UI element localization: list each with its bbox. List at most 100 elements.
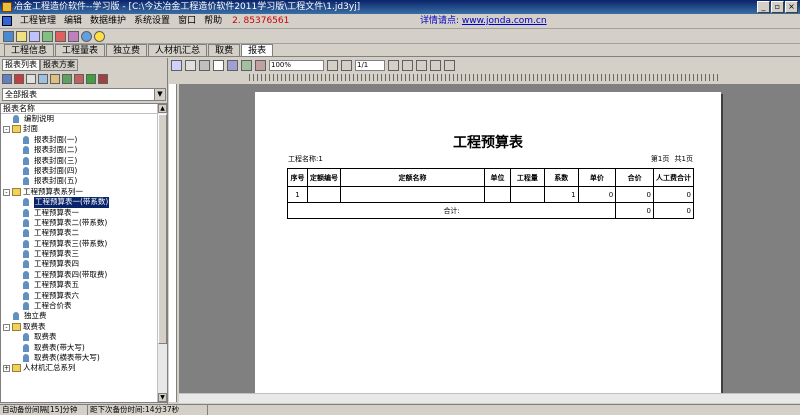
tree-item[interactable]: 独立费 — [1, 311, 167, 321]
check-icon[interactable] — [86, 73, 96, 84]
tree-item[interactable]: 工程预算表一 — [1, 208, 167, 218]
report-toolbar — [2, 72, 108, 85]
save-icon[interactable] — [29, 30, 40, 42]
tree-folder[interactable]: - 工程预算表系列一 — [1, 187, 167, 197]
layout-icon[interactable] — [213, 59, 224, 71]
add-icon[interactable] — [2, 73, 12, 84]
menu-settings[interactable]: 系统设置 — [130, 14, 174, 29]
tree-item[interactable]: 工程预算表三(带系数) — [1, 239, 167, 249]
tree-item[interactable]: 工程预算表四(带取费) — [1, 270, 167, 280]
subtab-report-list[interactable]: 报表列表 — [2, 59, 40, 71]
menu-help[interactable]: 帮助 — [200, 14, 226, 29]
menu-data[interactable]: 数据维护 — [86, 14, 130, 29]
total-row: 合计: 0 0 — [286, 202, 695, 219]
preview-hscrollbar[interactable] — [179, 393, 800, 403]
tab-reports[interactable]: 报表 — [241, 44, 274, 56]
menu-edit[interactable]: 编辑 — [60, 14, 86, 29]
close-button[interactable]: × — [785, 1, 798, 13]
tree-item[interactable]: 编制说明 — [1, 114, 167, 124]
report-page: 工程预算表 工程名称:1 第1页 共1页 序号 定额编号 定额名称 单位 工程量… — [255, 92, 721, 402]
copy-icon[interactable] — [38, 73, 48, 84]
tab-fees[interactable]: 取费 — [208, 44, 241, 56]
scroll-up-icon[interactable]: ▲ — [158, 104, 167, 113]
fit-icon[interactable] — [444, 59, 455, 71]
export-pdf-icon[interactable] — [255, 59, 266, 71]
tree-item[interactable]: 工程预算表二 — [1, 228, 167, 238]
export-excel-icon[interactable] — [241, 59, 252, 71]
tree-item[interactable]: 工程预算表五 — [1, 280, 167, 290]
new-icon[interactable] — [3, 30, 14, 42]
tree-folder[interactable]: - 封面 — [1, 124, 167, 134]
tip-icon[interactable] — [94, 30, 105, 42]
tab-quantities[interactable]: 工程量表 — [55, 44, 106, 56]
collapse-icon[interactable]: - — [3, 126, 10, 134]
table-header-row: 序号 定额编号 定额名称 单位 工程量 系数 单价 合价 人工费合计 — [287, 168, 695, 187]
settings-icon[interactable] — [199, 59, 210, 71]
tree-item[interactable]: 工程预算表四 — [1, 259, 167, 269]
tree-folder[interactable]: - 取费表 — [1, 322, 167, 332]
tree-scrollbar[interactable]: ▲ ▼ — [157, 104, 167, 402]
hand-icon[interactable] — [416, 59, 427, 71]
export-icon[interactable] — [62, 73, 72, 84]
tree-item-label: 取费表 — [34, 332, 57, 342]
printer-icon[interactable] — [227, 59, 238, 71]
col-header: 序号 — [287, 168, 308, 187]
tree-item[interactable]: 工程预算表一(带系数) — [1, 197, 167, 208]
doc-icon[interactable] — [2, 16, 12, 26]
expand-icon[interactable]: + — [3, 365, 10, 373]
total-cell: 0 — [615, 202, 654, 219]
page-setup-icon[interactable] — [171, 59, 182, 71]
tree-item[interactable]: 工程预算表六 — [1, 291, 167, 301]
tree-item[interactable]: 工程预算表二(带系数) — [1, 218, 167, 228]
first-page-icon[interactable] — [327, 59, 338, 71]
minimize-button[interactable]: _ — [757, 1, 770, 13]
tree-item[interactable]: 报表封面(四) — [1, 166, 167, 176]
consult-link[interactable]: www.jonda.com.cn — [462, 16, 547, 26]
config-icon[interactable] — [68, 30, 79, 42]
menu-project[interactable]: 工程管理 — [16, 14, 60, 29]
menu-window[interactable]: 窗口 — [174, 14, 200, 29]
paste-icon[interactable] — [50, 73, 60, 84]
tree-item[interactable]: 工程合价表 — [1, 301, 167, 311]
print-preview-icon[interactable] — [185, 59, 196, 71]
collapse-icon[interactable]: - — [3, 323, 10, 331]
open-icon[interactable] — [16, 30, 27, 42]
tree-item-label: 报表封面(一) — [34, 134, 78, 144]
maximize-button[interactable]: ▫ — [771, 1, 784, 13]
app-icon[interactable] — [2, 2, 12, 12]
page-input[interactable]: 1/1 — [355, 59, 385, 71]
report-icon — [23, 353, 29, 362]
tree-item[interactable]: 工程预算表三 — [1, 249, 167, 259]
tree-item[interactable]: 报表封面(二) — [1, 145, 167, 155]
tools-icon[interactable] — [42, 30, 53, 42]
next-page-icon[interactable] — [388, 59, 399, 71]
print-icon[interactable] — [74, 73, 84, 84]
subtab-report-scheme[interactable]: 报表方案 — [40, 59, 78, 71]
report-filter-select[interactable]: 全部报表 ▼ — [2, 88, 166, 101]
zoom-icon[interactable] — [430, 59, 441, 71]
tree-item[interactable]: 取费表 — [1, 332, 167, 342]
scroll-down-icon[interactable]: ▼ — [158, 393, 167, 402]
scroll-thumb[interactable] — [158, 114, 167, 344]
tree-item[interactable]: 报表封面(五) — [1, 176, 167, 186]
prev-page-icon[interactable] — [341, 59, 352, 71]
tab-independent-fee[interactable]: 独立费 — [106, 44, 148, 56]
tab-resource-summary[interactable]: 人材机汇总 — [148, 44, 208, 56]
help-icon[interactable] — [81, 30, 92, 42]
tree-item[interactable]: 报表封面(一) — [1, 135, 167, 145]
tree-folder[interactable]: + 人材机汇总系列 — [1, 363, 167, 373]
delete-icon[interactable] — [14, 73, 24, 84]
tree-item[interactable]: 取费表(带大写) — [1, 343, 167, 353]
zoom-select[interactable]: 100% — [269, 59, 324, 71]
cut-icon[interactable] — [26, 73, 36, 84]
last-page-icon[interactable] — [402, 59, 413, 71]
tree-item-label: 工程预算表二 — [34, 228, 79, 238]
tab-project-info[interactable]: 工程信息 — [4, 44, 55, 56]
menu-bar: 工程管理 编辑 数据维护 系统设置 窗口 帮助 2. 85376561 详情请点… — [0, 14, 800, 29]
tree-item[interactable]: 报表封面(三) — [1, 156, 167, 166]
chevron-down-icon[interactable]: ▼ — [154, 89, 165, 100]
collapse-icon[interactable]: - — [3, 188, 10, 196]
mark-icon[interactable] — [98, 73, 108, 84]
tree-item[interactable]: 取费表(横表带大写) — [1, 353, 167, 363]
calc-icon[interactable] — [55, 30, 66, 42]
